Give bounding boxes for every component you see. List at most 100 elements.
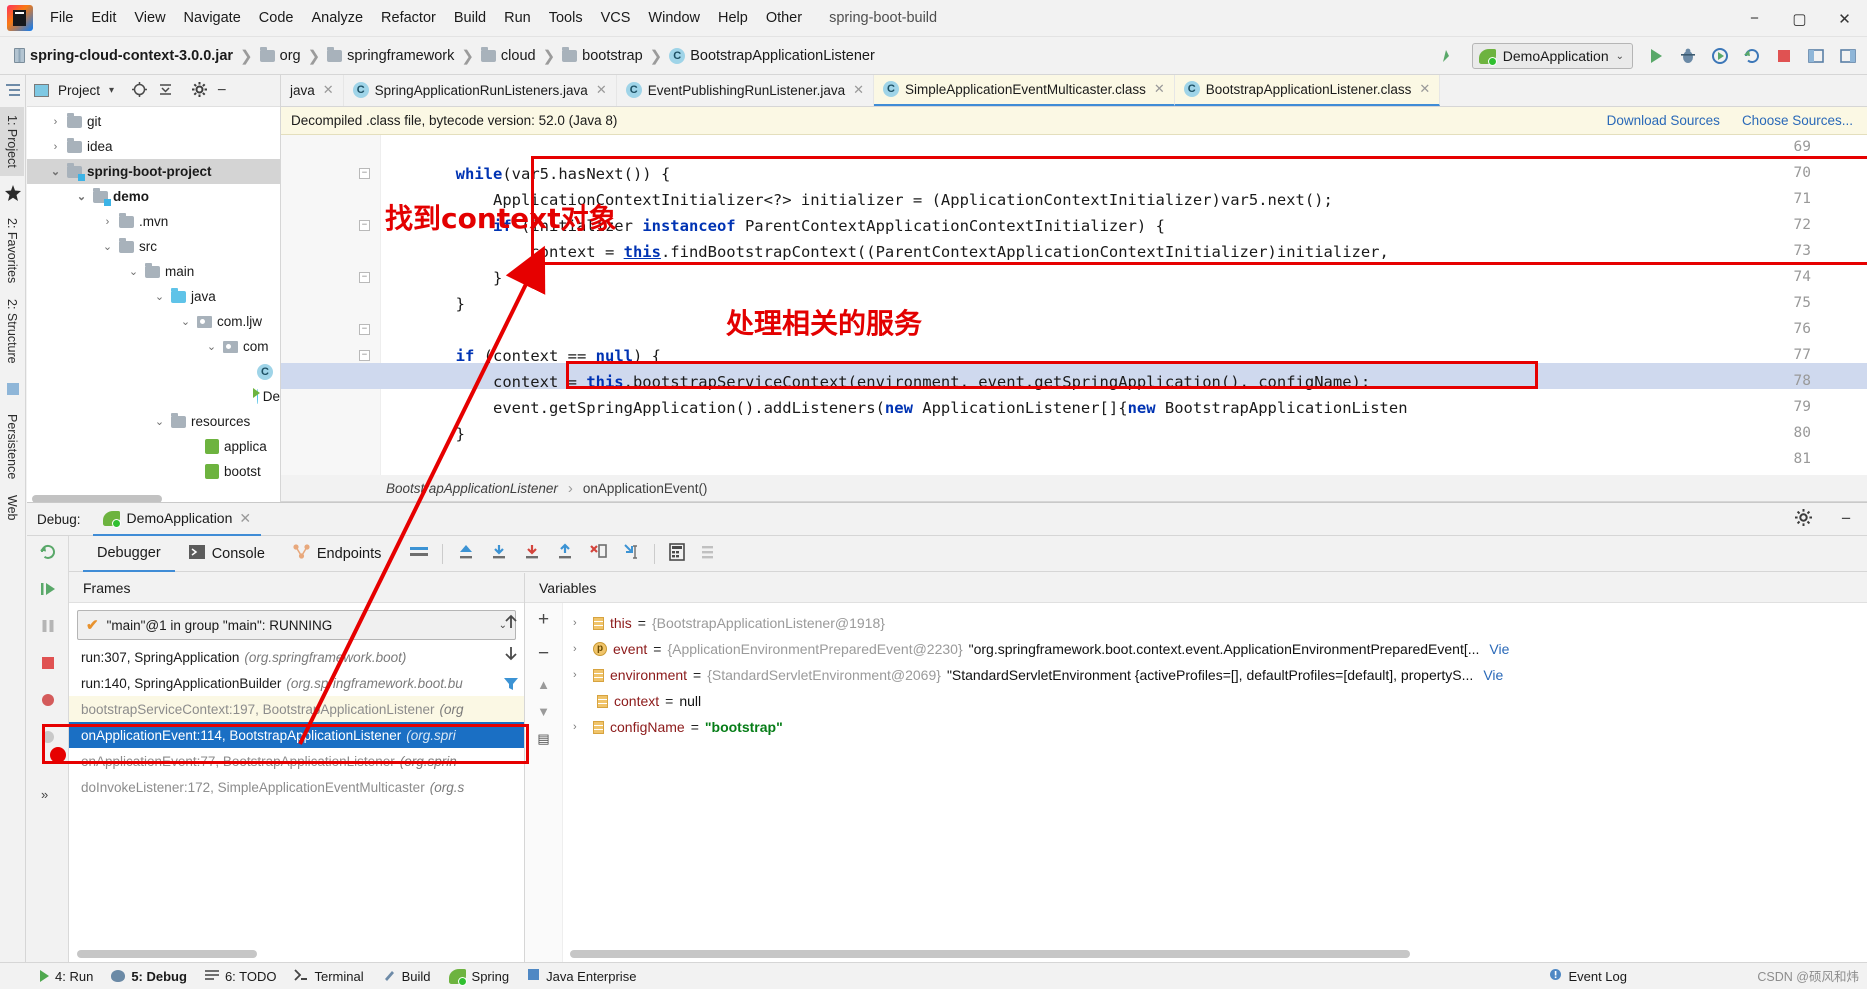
- tab-simpleapplicationeventmulticaster[interactable]: C SimpleApplicationEventMulticaster.clas…: [874, 75, 1175, 106]
- rerun-debug-icon[interactable]: [38, 542, 58, 565]
- status-item-run[interactable]: 4: Run: [40, 969, 93, 984]
- stop-program-icon[interactable]: [38, 653, 58, 676]
- fold-marker-icon[interactable]: −: [359, 168, 370, 179]
- menu-analyze[interactable]: Analyze: [302, 6, 372, 30]
- tree-item-package-com[interactable]: ⌄ com: [27, 334, 280, 359]
- project-tree[interactable]: › git › idea ⌄ spring-boot-project ⌄ dem…: [27, 107, 280, 503]
- chevron-right-icon[interactable]: ›: [573, 669, 587, 681]
- status-item-terminal[interactable]: Terminal: [294, 969, 364, 984]
- chevron-down-icon[interactable]: ⌄: [179, 315, 192, 328]
- frame-row[interactable]: doInvokeListener:172, SimpleApplicationE…: [69, 774, 524, 800]
- menu-refactor[interactable]: Refactor: [372, 6, 445, 30]
- status-item-event-log[interactable]: Event Log: [1549, 968, 1627, 984]
- view-link[interactable]: Vie: [1489, 641, 1509, 657]
- rail-tab-structure[interactable]: 2: Structure: [0, 291, 24, 372]
- frames-scrollbar[interactable]: [77, 950, 257, 958]
- run-configuration-selector[interactable]: DemoApplication ⌄: [1471, 43, 1633, 69]
- chevron-down-icon[interactable]: ⌄: [205, 340, 218, 353]
- more-actions-icon[interactable]: »: [38, 784, 58, 807]
- rerun-button[interactable]: [1737, 41, 1767, 71]
- show-execution-point-icon[interactable]: [456, 543, 476, 564]
- fold-marker-icon[interactable]: −: [359, 324, 370, 335]
- tab-eventpublishingrunlistener[interactable]: C EventPublishingRunListener.java ✕: [617, 75, 875, 106]
- menu-run[interactable]: Run: [495, 6, 540, 30]
- tab-console[interactable]: Console: [175, 536, 279, 572]
- settings-gear-icon[interactable]: [1794, 508, 1813, 530]
- tree-item-demo[interactable]: ⌄ demo: [27, 184, 280, 209]
- favorites-star-icon[interactable]: [4, 184, 22, 202]
- tree-item-spring-boot-project[interactable]: ⌄ spring-boot-project: [27, 159, 280, 184]
- more-toolbar-icon[interactable]: [1833, 41, 1863, 71]
- tree-item-idea[interactable]: › idea: [27, 134, 280, 159]
- move-up-icon[interactable]: ▲: [537, 677, 550, 692]
- hide-panel-icon[interactable]: −: [217, 82, 226, 100]
- chevron-right-icon[interactable]: ›: [49, 116, 62, 128]
- tree-item-git[interactable]: › git: [27, 109, 280, 134]
- chevron-right-icon[interactable]: ›: [49, 141, 62, 153]
- menu-other[interactable]: Other: [757, 6, 811, 30]
- collapse-all-icon[interactable]: [157, 81, 174, 101]
- view-link[interactable]: Vie: [1483, 667, 1503, 683]
- run-button[interactable]: [1641, 41, 1671, 71]
- close-icon[interactable]: ✕: [1419, 81, 1430, 97]
- menu-edit[interactable]: Edit: [82, 6, 125, 30]
- step-out-icon[interactable]: [555, 543, 575, 564]
- move-down-icon[interactable]: ▼: [537, 704, 550, 719]
- menu-view[interactable]: View: [125, 6, 174, 30]
- breadcrumb-method-name[interactable]: onApplicationEvent(): [583, 481, 708, 496]
- tree-item-main[interactable]: ⌄ main: [27, 259, 280, 284]
- tab-endpoints[interactable]: Endpoints: [279, 536, 396, 572]
- thread-selector[interactable]: ✔ "main"@1 in group "main": RUNNING ⌄: [77, 610, 516, 640]
- filter-frames-icon[interactable]: [502, 675, 520, 696]
- rail-tab-favorites[interactable]: 2: Favorites: [0, 210, 24, 291]
- structure-rail-icon[interactable]: [4, 81, 22, 99]
- variables-options-icon[interactable]: ▤: [537, 731, 549, 747]
- persistence-icon[interactable]: [4, 380, 22, 398]
- fold-marker-icon[interactable]: −: [359, 350, 370, 361]
- make-project-icon[interactable]: [1434, 41, 1464, 71]
- maximize-button[interactable]: ▢: [1777, 0, 1822, 37]
- chevron-right-icon[interactable]: ›: [573, 721, 587, 733]
- close-icon[interactable]: ✕: [323, 82, 334, 98]
- debug-button[interactable]: [1673, 41, 1703, 71]
- settings-list-icon[interactable]: [699, 543, 717, 564]
- tree-item-demo-application[interactable]: De: [27, 384, 280, 409]
- chevron-down-icon[interactable]: ⌄: [153, 415, 166, 428]
- chevron-right-icon[interactable]: ›: [573, 643, 587, 655]
- force-step-into-icon[interactable]: [588, 543, 608, 564]
- close-icon[interactable]: ✕: [596, 82, 607, 98]
- tab-bootstrapapplicationlistener[interactable]: C BootstrapApplicationListener.class ✕: [1174, 75, 1441, 106]
- frame-row[interactable]: run:140, SpringApplicationBuilder (org.s…: [69, 670, 524, 696]
- resume-program-icon[interactable]: [38, 579, 58, 602]
- download-sources-link[interactable]: Download Sources: [1607, 113, 1720, 128]
- rail-tab-project[interactable]: 1: Project: [0, 107, 24, 176]
- breadcrumb-springframework[interactable]: springframework: [323, 46, 458, 66]
- choose-sources-link[interactable]: Choose Sources...: [1742, 113, 1853, 128]
- menu-help[interactable]: Help: [709, 6, 757, 30]
- chevron-down-icon[interactable]: ⌄: [75, 190, 88, 203]
- tree-item-java[interactable]: ⌄ java: [27, 284, 280, 309]
- tree-item-src[interactable]: ⌄ src: [27, 234, 280, 259]
- status-item-todo[interactable]: 6: TODO: [204, 969, 276, 984]
- status-item-java-enterprise[interactable]: Java Enterprise: [527, 968, 636, 984]
- layout-settings-icon[interactable]: [409, 544, 429, 563]
- fold-marker-icon[interactable]: −: [359, 220, 370, 231]
- close-icon[interactable]: ✕: [853, 82, 864, 98]
- chevron-right-icon[interactable]: ›: [101, 216, 114, 228]
- chevron-down-icon[interactable]: ⌄: [153, 290, 166, 303]
- status-item-debug[interactable]: 5: Debug: [111, 969, 187, 984]
- tree-item-mvn[interactable]: › .mvn: [27, 209, 280, 234]
- tree-item-resources[interactable]: ⌄ resources: [27, 409, 280, 434]
- up-stack-icon[interactable]: [502, 613, 520, 634]
- editor-gutter[interactable]: [281, 135, 381, 475]
- breadcrumb-jar[interactable]: spring-cloud-context-3.0.0.jar: [10, 46, 237, 66]
- menu-code[interactable]: Code: [250, 6, 303, 30]
- rail-tab-persistence[interactable]: Persistence: [0, 406, 24, 487]
- frame-row-selected[interactable]: onApplicationEvent:114, BootstrapApplica…: [69, 722, 524, 748]
- tree-item-class[interactable]: C: [27, 359, 280, 384]
- step-into-icon[interactable]: [522, 543, 542, 564]
- variables-scrollbar[interactable]: [570, 950, 1410, 958]
- chevron-down-icon[interactable]: ⌄: [49, 165, 62, 178]
- chevron-down-icon[interactable]: ⌄: [101, 240, 114, 253]
- minimize-button[interactable]: −: [1732, 0, 1777, 37]
